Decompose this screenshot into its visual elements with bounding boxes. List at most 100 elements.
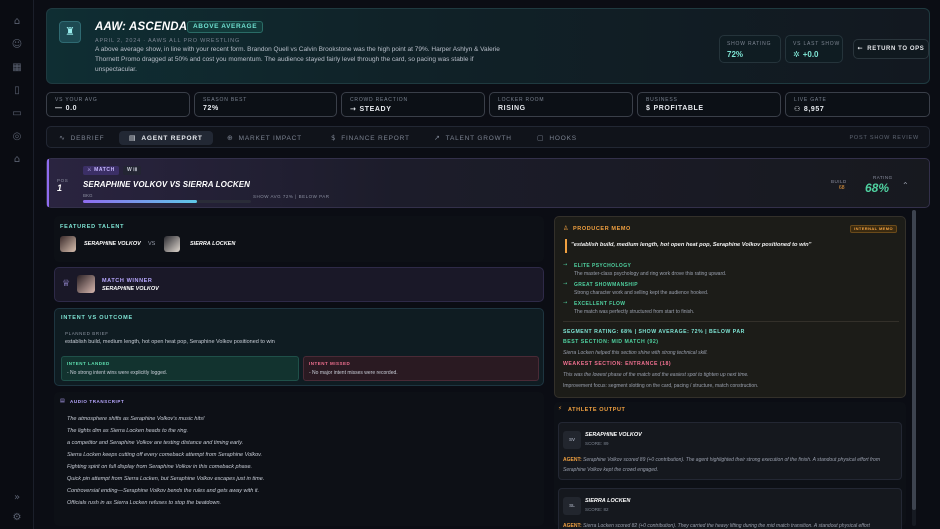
audio-transcript-panel: ▤ AUDIO TRANSCRIPT The atmosphere shifts… [54, 392, 544, 526]
weakest-section-text: WEAKEST SECTION: ENTRANCE (18) [563, 361, 672, 367]
rating-label: RATING [873, 175, 893, 180]
collapse-icon[interactable]: » [11, 492, 23, 504]
show-rating-value: 72% [727, 50, 744, 59]
athlete-initials: SV [563, 431, 581, 449]
kpi-value: —0.0 [55, 105, 77, 112]
vs-last-show-value-wrap: ✲ +0.0 [793, 50, 819, 59]
improvement-focus-text: Improvement focus: segment slotting on t… [563, 383, 759, 389]
trophy-icon: ♕ [62, 279, 71, 289]
avatar [164, 236, 180, 252]
kpi-season-best: SEASON BEST 72% [194, 92, 337, 117]
planned-brief-text: establish build, medium length, hot open… [65, 339, 275, 345]
tab-hooks[interactable]: ▢ HOOKS [533, 131, 593, 145]
match-secondary-tag: W ⅠⅡ [123, 166, 142, 175]
dash-icon: — [55, 105, 63, 112]
tab-market-impact[interactable]: ⊕ MARKET IMPACT [223, 131, 315, 145]
featured-talent-label: FEATURED TALENT [60, 224, 125, 230]
transcript-line: The atmosphere shifts as Seraphine Volko… [67, 416, 205, 422]
transcript-line: Sierra Locken keeps cutting off every co… [67, 452, 263, 458]
post-show-review-label: POST SHOW REVIEW [849, 135, 919, 141]
show-description: A above average show, in line with your … [95, 46, 500, 73]
scrollbar-thumb[interactable] [912, 210, 916, 510]
tab-label: AGENT REPORT [141, 135, 203, 142]
transcript-line: The lights dim as Sierra Locken heads to… [67, 428, 189, 434]
content-scrollbar[interactable] [912, 210, 916, 526]
report-tabs: ∿ DEBRIEF ▤ AGENT REPORT ⊕ MARKET IMPACT $ F… [46, 126, 930, 148]
calendar-icon[interactable]: ▦ [11, 62, 23, 74]
chevron-up-icon[interactable]: ⌃ [902, 181, 909, 190]
build-value: 68 [839, 185, 845, 191]
memo-item-text: The match was perfectly structured from … [574, 309, 695, 315]
kpi-vs-your-avg: VS YOUR AVG —0.0 [46, 92, 190, 117]
chat-icon: ▢ [537, 134, 545, 142]
match-card[interactable]: POS 1 ⚔ MATCH W ⅠⅡ SERAPHINE VOLKOV VS SI… [46, 158, 930, 208]
kpi-value-text: 72% [203, 105, 219, 112]
kpi-label: SEASON BEST [203, 97, 248, 103]
kpi-value-text: RISING [498, 105, 526, 112]
segment-rating-text: SEGMENT RATING: 68% | SHOW AVERAGE: 72% … [563, 329, 745, 335]
kpi-label: CROWD REACTION [350, 97, 408, 103]
people-icon: ⚇ [794, 105, 801, 113]
arrow-icon: → [563, 281, 568, 287]
build-label: BUILD [831, 179, 847, 184]
kpi-value-text: 8,957 [803, 106, 825, 113]
swords-icon: ⚔ [87, 167, 93, 173]
tab-agent-report[interactable]: ▤ AGENT REPORT [119, 131, 213, 145]
athlete-score: SCORE: 89 [585, 441, 609, 446]
memo-item-text: The master-class psychology and ring wor… [574, 271, 727, 277]
kpi-live-gate: LIVE GATE ⚇ 8,957 [785, 92, 930, 117]
arrow-right-icon: → [350, 105, 357, 113]
intent-outcome-label: INTENT VS OUTCOME [61, 315, 133, 321]
main-content: ♜ AAW: ASCENDANCY ABOVE AVERAGE APRIL 2,… [36, 0, 940, 529]
home-icon[interactable]: ⌂ [11, 16, 23, 28]
match-bar-label: BKG [83, 193, 93, 198]
best-section-detail: Sierra Locken helped this section shine … [563, 350, 708, 356]
pulse-icon: ∿ [59, 134, 66, 142]
kpi-value: → STEADY [350, 105, 391, 113]
pos-value: 1 [57, 183, 63, 193]
intent-missed-box: INTENT MISSED - No major intent misses w… [303, 356, 539, 381]
agent-label: AGENT: [563, 523, 582, 529]
athlete-score: SCORE: 82 [585, 507, 609, 512]
book-icon[interactable]: ▯ [11, 85, 23, 97]
kpi-label: BUSINESS [646, 97, 678, 103]
kpi-label: LOCKER ROOM [498, 97, 545, 103]
tab-debrief[interactable]: ∿ DEBRIEF [55, 131, 117, 145]
agent-note-text: Seraphine Volkov scored 89 (+0 contribut… [563, 457, 880, 473]
arrow-icon: → [563, 262, 568, 268]
vs-last-show-label: VS LAST SHOW [793, 41, 841, 47]
match-type-tag: ⚔ MATCH [83, 166, 119, 175]
return-to-ops-label: RETURN TO OPS [867, 46, 925, 52]
trend-up-icon: ↗ [434, 134, 441, 142]
briefcase-icon[interactable]: ▭ [11, 108, 23, 120]
show-avg-text: SHOW AVG 72% | BELOW PAR [253, 194, 330, 199]
athlete-name: SERAPHINE VOLKOV [585, 432, 642, 438]
match-winner-panel: ♕ MATCH WINNER SERAPHINE VOLKOV [54, 267, 544, 302]
globe-icon: ⊕ [227, 134, 234, 142]
settings-icon[interactable]: ⚙ [11, 512, 23, 524]
talent-one-name: SERAPHINE VOLKOV [84, 241, 141, 247]
show-rating-box: SHOW RATING 72% [719, 35, 781, 63]
best-section-text: BEST SECTION: MID MATCH (92) [563, 339, 659, 345]
transcript-line: a competitor and Seraphine Volkov are te… [67, 440, 244, 446]
graduation-icon[interactable]: ⌂ [11, 154, 23, 166]
intent-missed-text: - No major intent misses were recorded. [309, 370, 398, 376]
transcript-icon: ▤ [60, 398, 65, 404]
tab-talent-growth[interactable]: ↗ TALENT GROWTH [430, 131, 524, 145]
athlete-initials: SL [563, 497, 581, 515]
tab-finance-report[interactable]: $ FINANCE REPORT [327, 131, 423, 145]
return-to-ops-button[interactable]: ← RETURN TO OPS [853, 39, 929, 59]
tab-label: FINANCE REPORT [341, 135, 410, 142]
memo-item-title: ELITE PSYCHOLOGY [574, 263, 632, 269]
audio-transcript-label: AUDIO TRANSCRIPT [70, 399, 125, 404]
globe-icon[interactable]: ◎ [11, 131, 23, 143]
kpi-value-text: STEADY [359, 106, 392, 113]
arrow-left-icon: ← [857, 45, 864, 52]
tab-label: MARKET IMPACT [238, 135, 302, 142]
vs-last-show-box: VS LAST SHOW ✲ +0.0 [785, 35, 843, 63]
build-progress-fill [83, 200, 198, 203]
users-icon[interactable]: ☺ [11, 39, 23, 51]
match-winner-name: SERAPHINE VOLKOV [102, 286, 159, 292]
document-icon: ▤ [129, 134, 137, 142]
kpi-label: LIVE GATE [794, 97, 827, 103]
